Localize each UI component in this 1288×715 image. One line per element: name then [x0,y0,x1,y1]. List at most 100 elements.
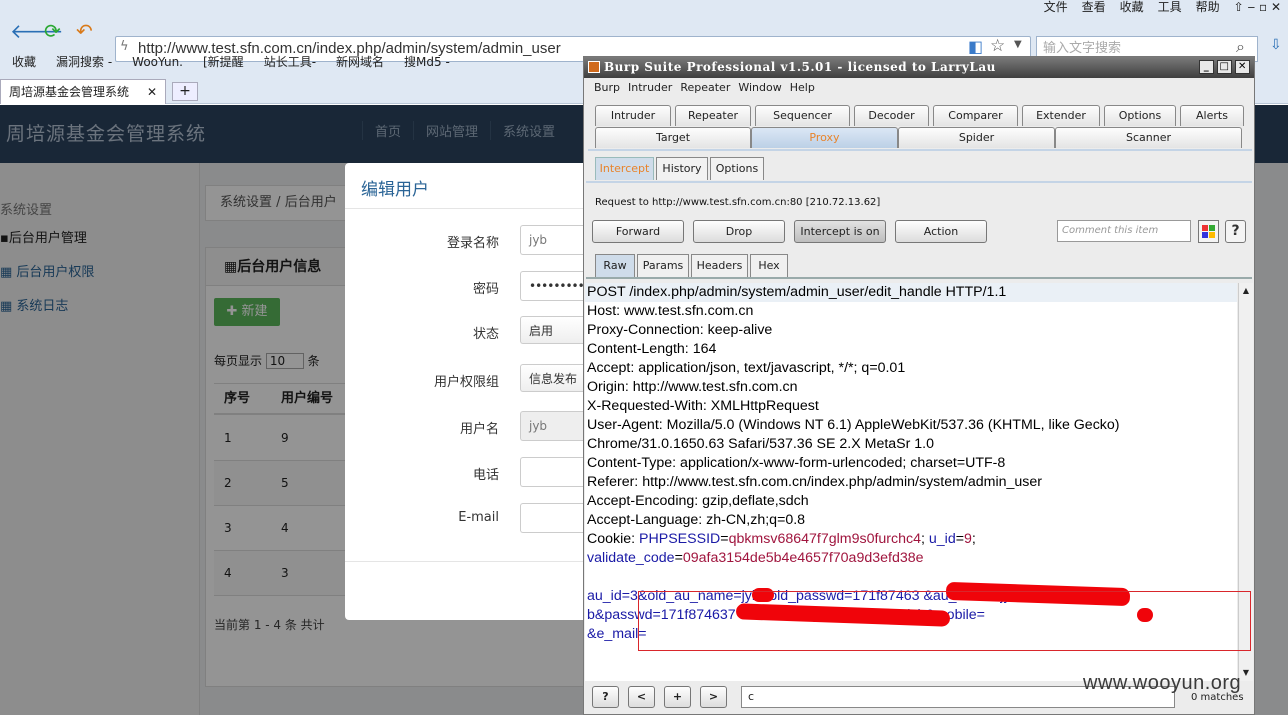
divider [345,208,605,209]
star-icon[interactable]: ☆ [990,36,1005,56]
header-line: Chrome/31.0.1650.63 Safari/537.36 SE 2.X… [587,436,935,452]
tab-target[interactable]: Target [595,127,751,148]
help-button[interactable]: ? [1225,220,1246,243]
menu-file[interactable]: 文件 [1037,0,1075,16]
tab-alerts[interactable]: Alerts [1180,105,1244,126]
download-icon[interactable]: ⇩ [1270,37,1282,53]
burp-menu-bar: Burp Intruder Repeater Window Help [594,81,823,94]
burp-window: Burp Suite Professional v1.5.01 - licens… [583,56,1255,715]
tab-sequencer[interactable]: Sequencer [755,105,850,126]
field-label: 用户名 [459,422,499,437]
forward-button[interactable]: Forward [592,220,684,243]
header-line: Content-Length: 164 [587,341,717,357]
close-icon[interactable]: ✕ [147,80,157,104]
tab-extender[interactable]: Extender [1022,105,1100,126]
menu-help[interactable]: 帮助 [1189,0,1227,16]
scroll-up-icon[interactable]: ▲ [1240,285,1252,297]
tab-proxy[interactable]: Proxy [751,127,898,148]
menu-help[interactable]: Help [790,81,815,94]
menu-favorites[interactable]: 收藏 [1113,0,1151,16]
undo-icon[interactable]: ↶ [76,19,93,43]
bookmark-wooyun[interactable]: WooYun. [132,51,183,73]
bookmark-webmaster-tools[interactable]: 站长工具- [264,51,316,73]
field-label: 用户权限组 [433,375,499,390]
menu-view[interactable]: 查看 [1075,0,1113,16]
browser-tab[interactable]: 周培源基金会管理系统 ✕ [0,79,166,104]
divider [345,561,605,562]
highlight-color-icon[interactable] [1198,220,1219,243]
minimize-icon[interactable]: _ [1199,60,1214,74]
search-icon[interactable]: ⌕ [1236,37,1245,57]
bookmarks-bar: 收藏 漏洞搜索 - WooYun. [新提醒 站长工具- 新网域名 搜Md5 - [0,51,458,73]
comment-input[interactable]: Comment this item [1057,220,1191,242]
edit-user-modal: 编辑用户 登录名称 jyb 密码 •••••••••• 状态 启用 用户权限组 … [345,163,605,620]
header-line: X-Requested-With: XMLHttpRequest [587,398,819,414]
field-label: 登录名称 [446,236,499,251]
tab-headers[interactable]: Headers [691,254,748,278]
bookmark-favorites[interactable]: 收藏 [12,51,36,73]
header-line: Accept-Language: zh-CN,zh;q=0.8 [587,512,806,528]
tab-intercept[interactable]: Intercept [595,157,654,180]
header-line: Origin: http://www.test.sfn.com.cn [587,379,798,395]
request-line: POST /index.php/admin/system/admin_user/… [585,283,1237,302]
burp-title: Burp Suite Professional v1.5.01 - licens… [604,60,996,74]
search-prev-button[interactable]: < [628,686,655,708]
tab-spider[interactable]: Spider [898,127,1055,148]
menu-tools[interactable]: 工具 [1151,0,1189,16]
new-tab-button[interactable]: + [172,82,198,101]
search-next-button[interactable]: > [700,686,727,708]
tab-params[interactable]: Params [637,254,689,278]
header-line: Content-Type: application/x-www-form-url… [587,455,1006,471]
modal-title: 编辑用户 [361,180,429,200]
cookie-line: validate_code=09afa3154de5b4e4657f70a9d3… [587,550,924,566]
field-label: 状态 [472,327,499,342]
tab-history[interactable]: History [656,157,708,180]
tab-decoder[interactable]: Decoder [854,105,929,126]
menu-intruder[interactable]: Intruder [628,81,672,94]
reader-icon[interactable]: ◧ [968,37,983,56]
header-line: Accept: application/json, text/javascrip… [587,360,906,376]
search-add-button[interactable]: + [664,686,691,708]
menu-repeater[interactable]: Repeater [680,81,730,94]
divider [586,277,1252,279]
window-controls-icon[interactable]: ⇧ ‒ ▫ ✕ [1227,0,1288,16]
tab-scanner[interactable]: Scanner [1055,127,1242,148]
highlight-box [638,591,1251,651]
header-line: Accept-Encoding: gzip,deflate,sdch [587,493,809,509]
refresh-icon[interactable]: ⟳ [44,19,61,43]
tab-options[interactable]: Options [1104,105,1176,126]
bookmark-new-reminder[interactable]: [新提醒 [203,51,244,73]
bookmark-domain[interactable]: 新网域名 [336,51,384,73]
search-help-button[interactable]: ? [592,686,619,708]
field-label: 密码 [472,282,499,297]
burp-logo-icon [588,61,600,73]
divider [588,149,1252,151]
chevron-down-icon[interactable]: ▼ [1014,39,1022,50]
bookmark-md5[interactable]: 搜Md5 - [404,51,450,73]
tab-options[interactable]: Options [710,157,764,180]
maximize-icon[interactable]: □ [1217,60,1232,74]
drop-button[interactable]: Drop [693,220,785,243]
close-icon[interactable]: ✕ [1235,60,1250,74]
tab-repeater[interactable]: Repeater [675,105,751,126]
action-button[interactable]: Action [895,220,987,243]
browser-menu-bar: 文件 查看 收藏 工具 帮助 ⇧ ‒ ▫ ✕ [1037,0,1288,16]
tab-intruder[interactable]: Intruder [595,105,671,126]
tab-hex[interactable]: Hex [750,254,788,278]
field-label: 电话 [472,468,499,483]
divider [586,181,1252,183]
burp-title-bar[interactable]: Burp Suite Professional v1.5.01 - licens… [584,57,1254,78]
header-line: User-Agent: Mozilla/5.0 (Windows NT 6.1)… [587,417,1120,433]
intercept-toggle-button[interactable]: Intercept is on [794,220,886,243]
menu-window[interactable]: Window [738,81,781,94]
cookie-line: Cookie: PHPSESSID=qbkmsv68647f7glm9s0fur… [587,531,976,547]
field-label: E-mail [458,510,499,525]
bookmark-vuln-search[interactable]: 漏洞搜索 - [56,51,112,73]
header-line: Proxy-Connection: keep-alive [587,322,773,338]
tab-raw[interactable]: Raw [595,254,635,278]
menu-burp[interactable]: Burp [594,81,620,94]
header-line: Referer: http://www.test.sfn.com.cn/inde… [587,474,1042,490]
scroll-down-icon[interactable]: ▼ [1240,667,1252,679]
watermark: www.wooyun.org [1083,672,1242,694]
tab-comparer[interactable]: Comparer [933,105,1018,126]
